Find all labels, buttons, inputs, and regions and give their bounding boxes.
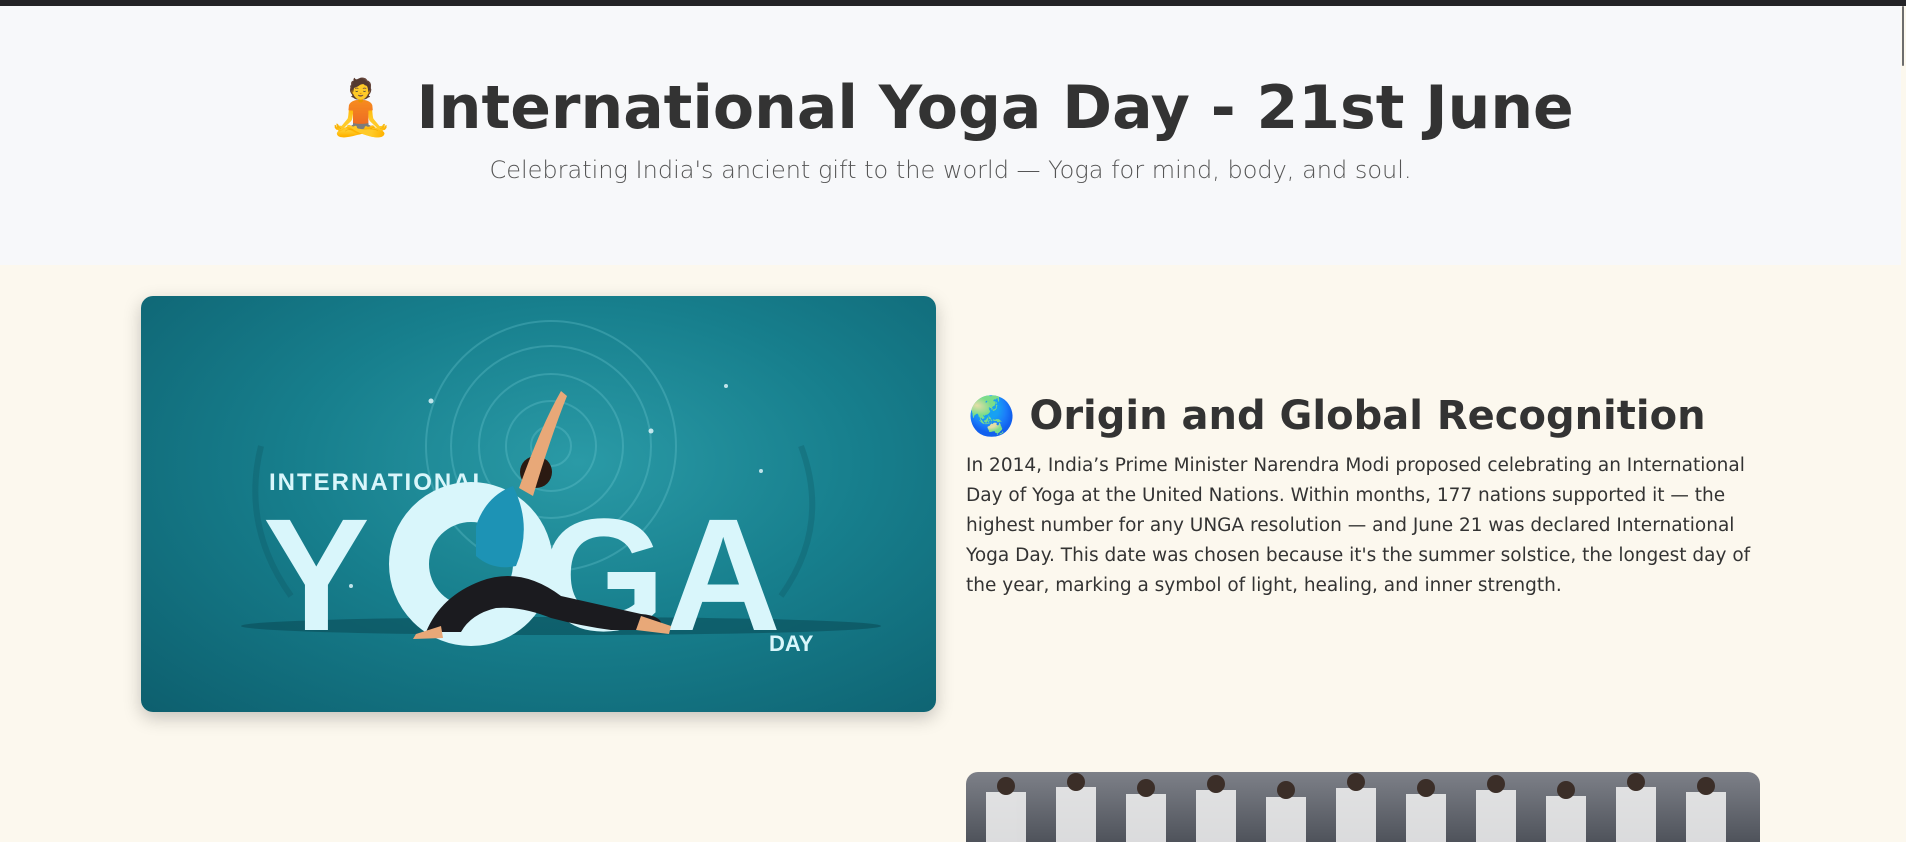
page-title: 🧘 International Yoga Day - 21st June (0, 68, 1901, 148)
yoga-day-poster-art: INTERNATIONAL Y GA DAY (241, 320, 881, 664)
yoga-crowd-photo (966, 772, 1760, 842)
crowd-people (986, 787, 1726, 842)
hero-header: 🧘 International Yoga Day - 21st June Cele… (0, 6, 1901, 265)
page-subtitle: Celebrating India's ancient gift to the … (489, 156, 1412, 184)
globe-emoji-icon: 🌏 (968, 394, 1016, 438)
scrollbar-thumb[interactable] (1902, 6, 1904, 66)
section-heading-origin: 🌏 Origin and Global Recognition (968, 388, 1706, 444)
meditation-emoji-icon: 🧘 (327, 76, 395, 139)
poster-y-text: Y (263, 485, 370, 664)
poster-ga-text: GA (541, 485, 781, 664)
section-body-origin: In 2014, India’s Prime Minister Narendra… (966, 455, 1751, 596)
section-heading-text: Origin and Global Recognition (1029, 393, 1706, 439)
crowd-photo-art (986, 773, 1726, 842)
page-title-text: International Yoga Day - 21st June (416, 73, 1574, 143)
scrollbar[interactable] (1901, 6, 1906, 835)
poster-day-text: DAY (769, 631, 814, 656)
yoga-day-poster-image: INTERNATIONAL Y GA DAY (141, 296, 936, 712)
